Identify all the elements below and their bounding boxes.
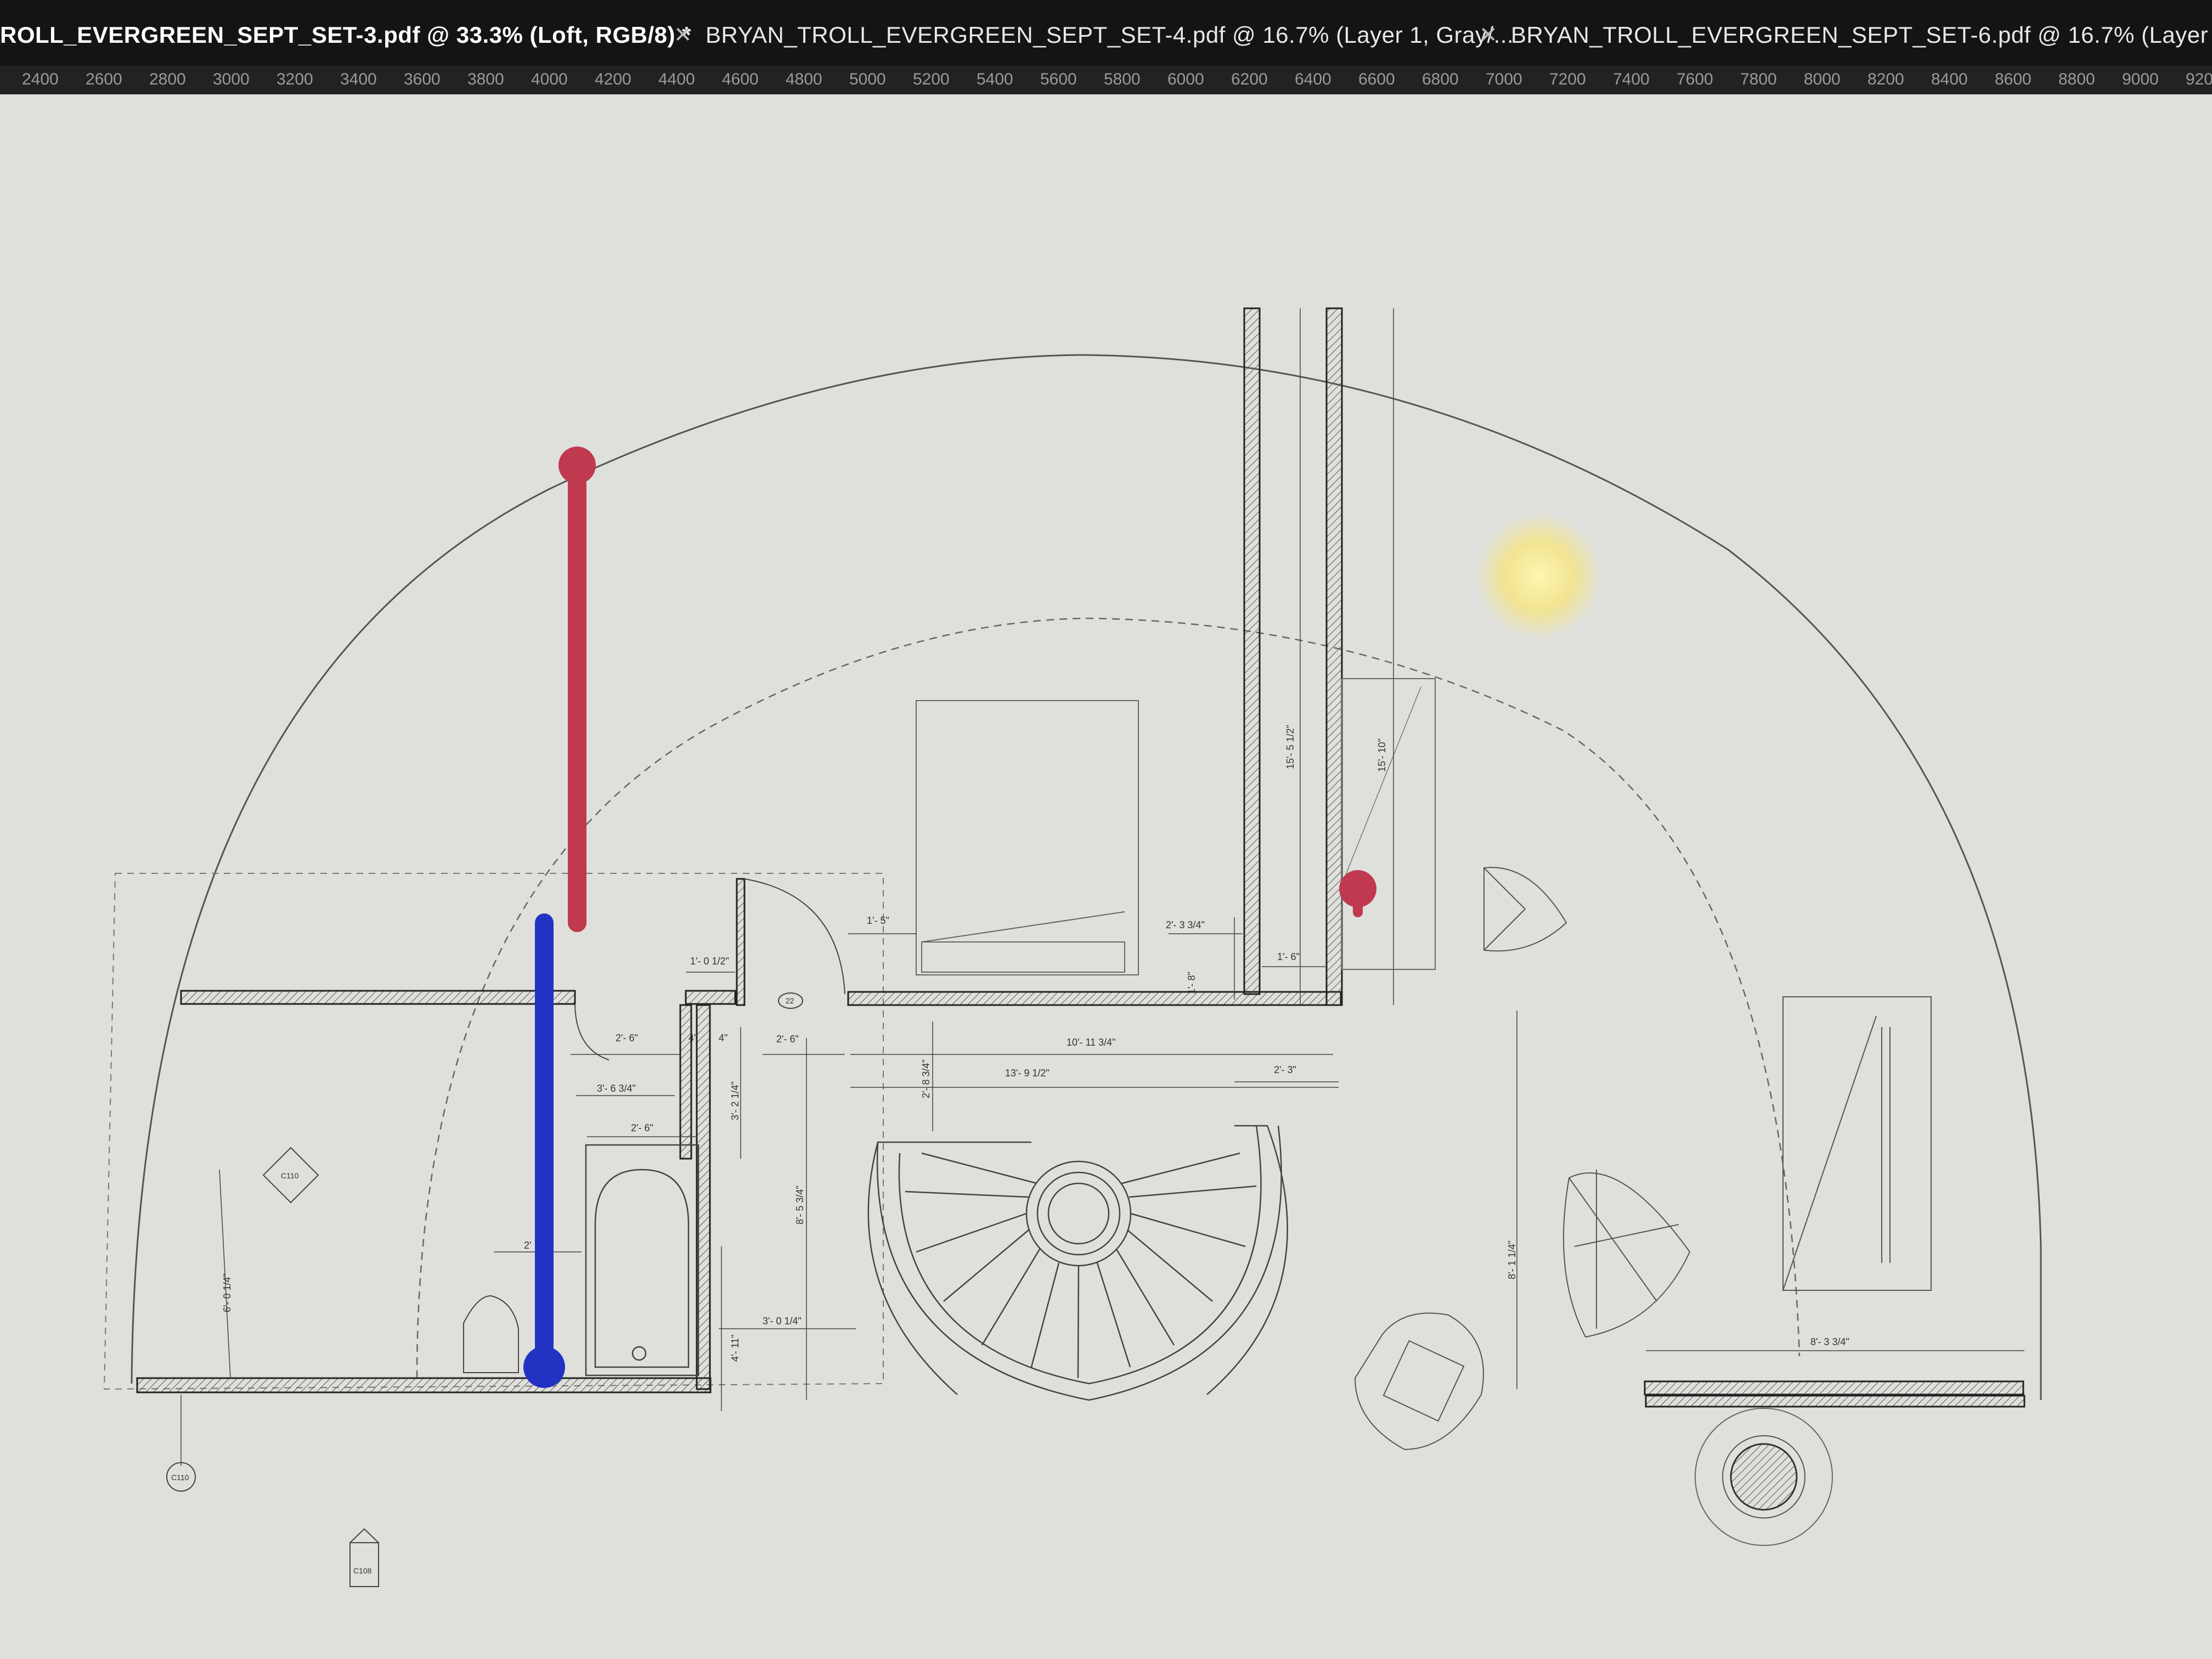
dim-label: 1'- 0 1/2" — [690, 956, 729, 967]
dim-label: 2' — [524, 1240, 531, 1251]
tab-label: ROLL_EVERGREEN_SEPT_SET-3.pdf @ 33.3% (L… — [0, 22, 692, 48]
dim-label: 1'- 6" — [1277, 951, 1300, 962]
ruler-tick-label: 8000 — [1804, 70, 1841, 88]
ruler-tick-label: 8400 — [1931, 70, 1968, 88]
dim-label: 4'- 11" — [730, 1334, 741, 1362]
ruler-tick-label: 7800 — [1740, 70, 1777, 88]
dim-label: 2'- 3 3/4" — [1166, 919, 1205, 930]
ruler-tick-label: 4600 — [722, 70, 759, 88]
ruler-tick-label: 3600 — [404, 70, 441, 88]
floor-plan-drawing: 1'- 5" 2'- 3 3/4" 15'- 5 1/2" 15'- 10" 1… — [0, 94, 2212, 1659]
dim-label: 1'- 5" — [867, 915, 889, 926]
screen-glare — [1476, 513, 1602, 639]
ruler-tick-label: 8800 — [2058, 70, 2095, 88]
ruler-tick-label: 2400 — [22, 70, 59, 88]
ruler-tick-label: 2800 — [149, 70, 186, 88]
tab-label: BRYAN_TROLL_EVERGREEN_SEPT_SET-4.pdf @ 1… — [706, 22, 1514, 48]
ruler-tick-label: 9200 — [2186, 70, 2212, 88]
tab-set-4[interactable]: ✕ BRYAN_TROLL_EVERGREEN_SEPT_SET-4.pdf @… — [674, 14, 1514, 56]
dim-label: 8'- 1 1/4" — [1506, 1240, 1517, 1279]
tab-set-3[interactable]: ROLL_EVERGREEN_SEPT_SET-3.pdf @ 33.3% (L… — [0, 14, 691, 56]
dim-label: 10'- 11 3/4" — [1066, 1037, 1116, 1048]
ruler-tick-label: 7400 — [1613, 70, 1650, 88]
ruler-tick-label: 7600 — [1677, 70, 1713, 88]
dim-label: 3'- 0 1/4" — [763, 1316, 802, 1327]
callout-tag-label: C110 — [171, 1473, 189, 1482]
ruler-tick-label: 7200 — [1549, 70, 1586, 88]
tab-label: BRYAN_TROLL_EVERGREEN_SEPT_SET-6.pdf @ 1… — [1511, 22, 2212, 48]
dim-label: 15'- 10" — [1376, 738, 1387, 772]
ruler-tick-label: 5800 — [1104, 70, 1141, 88]
section-tag-label: C110 — [281, 1171, 299, 1180]
ruler-tick-label: 5400 — [977, 70, 1013, 88]
ruler-tick-label: 7000 — [1486, 70, 1522, 88]
dim-label: 2'- 6" — [631, 1122, 653, 1133]
ruler-tick-label: 3000 — [213, 70, 250, 88]
ruler-tick-label: 2600 — [86, 70, 122, 88]
dim-label: 2'- 8 3/4" — [921, 1059, 932, 1098]
dim-label: 3'- 2 1/4" — [730, 1081, 741, 1120]
dim-label: 2'- 3" — [1274, 1064, 1296, 1075]
document-canvas[interactable]: 1'- 5" 2'- 3 3/4" 15'- 5 1/2" 15'- 10" 1… — [0, 94, 2212, 1659]
ruler-tick-label: 6200 — [1231, 70, 1268, 88]
ruler-tick-label: 4400 — [658, 70, 695, 88]
dim-label: 15'- 5 1/2" — [1285, 725, 1296, 769]
ruler-tick-label: 3200 — [276, 70, 313, 88]
callout-tag-label: C108 — [353, 1566, 372, 1575]
ruler-tick-label: 9000 — [2122, 70, 2159, 88]
tab-set-6[interactable]: ✕ BRYAN_TROLL_EVERGREEN_SEPT_SET-6.pdf @… — [1479, 14, 2212, 56]
ruler-tick-label: 4800 — [786, 70, 822, 88]
ruler-tick-label: 4000 — [531, 70, 568, 88]
dim-label: 13'- 9 1/2" — [1005, 1068, 1049, 1079]
document-tab-bar: ROLL_EVERGREEN_SEPT_SET-3.pdf @ 33.3% (L… — [0, 0, 2212, 66]
dim-label: 3'- 6 3/4" — [597, 1083, 636, 1094]
dim-label: 4" — [689, 1032, 697, 1043]
ruler-tick-label: 3400 — [340, 70, 377, 88]
ruler-tick-label: 8200 — [1867, 70, 1904, 88]
door-tag-label: 22 — [786, 996, 794, 1005]
dim-label: 2'- 6" — [616, 1032, 638, 1043]
ruler-tick-label: 8600 — [1995, 70, 2032, 88]
close-icon[interactable]: ✕ — [674, 22, 692, 48]
paper-background — [0, 94, 2212, 1659]
ruler-tick-label: 6400 — [1295, 70, 1331, 88]
ruler-tick-label: 4200 — [595, 70, 631, 88]
ruler-tick-label: 6600 — [1358, 70, 1395, 88]
ruler-tick-label: 3800 — [467, 70, 504, 88]
close-icon[interactable]: ✕ — [1479, 22, 1498, 48]
dim-label: 6'- 0 1/4" — [222, 1273, 233, 1312]
ruler-tick-label: 6000 — [1167, 70, 1204, 88]
horizontal-ruler[interactable]: 2400 2600 2800 3000 3200 3400 3600 3800 4000 4200… — [0, 66, 2212, 94]
ruler-tick-label: 5200 — [913, 70, 950, 88]
ruler-tick-label: 6800 — [1422, 70, 1459, 88]
dim-label: 1'- 8" — [1186, 972, 1197, 994]
dim-label: 4" — [719, 1032, 727, 1043]
ruler-tick-label: 5000 — [849, 70, 886, 88]
dim-label: 8'- 3 3/4" — [1810, 1336, 1849, 1347]
ruler-tick-label: 5600 — [1040, 70, 1077, 88]
dim-label: 8'- 5 3/4" — [794, 1186, 805, 1224]
dim-label: 2'- 6" — [776, 1034, 799, 1045]
